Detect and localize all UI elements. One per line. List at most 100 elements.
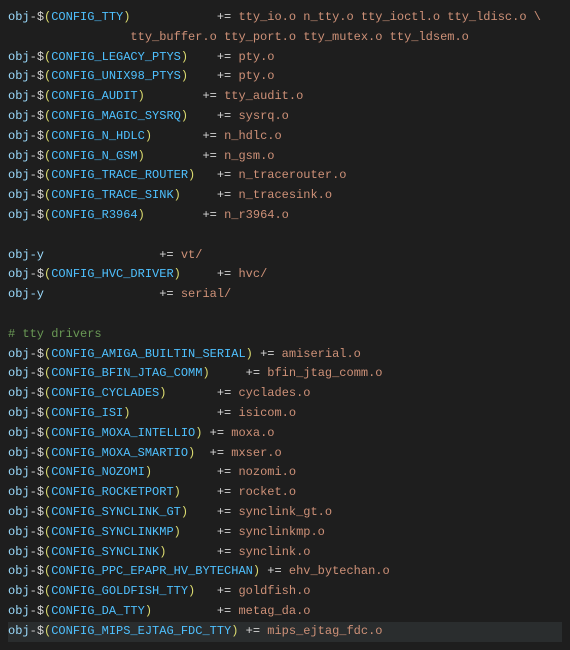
target-files: amiserial.o	[282, 347, 361, 361]
target-files: moxa.o	[231, 426, 274, 440]
operator: +=	[159, 248, 181, 262]
target-files: pty.o	[238, 69, 274, 83]
target-prefix: obj	[8, 485, 30, 499]
config-var: CONFIG_GOLDFISH_TTY	[51, 584, 188, 598]
target-prefix: obj	[8, 347, 30, 361]
config-var: CONFIG_MIPS_EJTAG_FDC_TTY	[51, 624, 231, 638]
target-files: tty_io.o n_tty.o tty_ioctl.o tty_ldisc.o…	[238, 10, 540, 24]
operator: +=	[260, 347, 282, 361]
continuation-files: tty_buffer.o tty_port.o tty_mutex.o tty_…	[130, 30, 468, 44]
target-prefix: obj	[8, 406, 30, 420]
code-line	[8, 226, 562, 246]
config-var: CONFIG_NOZOMI	[51, 465, 145, 479]
code-line: obj-$(CONFIG_ROCKETPORT) += rocket.o	[8, 483, 562, 503]
operator: +=	[217, 604, 239, 618]
target-prefix: obj	[8, 149, 30, 163]
operator: +=	[210, 426, 232, 440]
code-line: obj-y += serial/	[8, 285, 562, 305]
code-line: obj-$(CONFIG_R3964) += n_r3964.o	[8, 206, 562, 226]
target-files: cyclades.o	[238, 386, 310, 400]
code-line: obj-$(CONFIG_SYNCLINK_GT) += synclink_gt…	[8, 503, 562, 523]
config-var: CONFIG_DA_TTY	[51, 604, 145, 618]
code-line: obj-$(CONFIG_GOLDFISH_TTY) += goldfish.o	[8, 582, 562, 602]
operator: +=	[202, 208, 224, 222]
code-line: obj-$(CONFIG_N_HDLC) += n_hdlc.o	[8, 127, 562, 147]
config-var: CONFIG_SYNCLINK_GT	[51, 505, 181, 519]
target-files: hvc/	[238, 267, 267, 281]
operator: +=	[210, 446, 232, 460]
target-files: bfin_jtag_comm.o	[267, 366, 382, 380]
config-var: CONFIG_N_GSM	[51, 149, 137, 163]
config-var: CONFIG_AMIGA_BUILTIN_SERIAL	[51, 347, 245, 361]
config-var: CONFIG_SYNCLINKMP	[51, 525, 173, 539]
config-var: CONFIG_CYCLADES	[51, 386, 159, 400]
code-line: obj-$(CONFIG_SYNCLINK) += synclink.o	[8, 543, 562, 563]
code-line: obj-$(CONFIG_AUDIT) += tty_audit.o	[8, 87, 562, 107]
config-var: CONFIG_R3964	[51, 208, 137, 222]
target-prefix: obj	[8, 10, 30, 24]
code-line: obj-$(CONFIG_HVC_DRIVER) += hvc/	[8, 265, 562, 285]
code-line	[8, 305, 562, 325]
operator: +=	[202, 149, 224, 163]
operator: +=	[217, 10, 239, 24]
config-var: CONFIG_MOXA_INTELLIO	[51, 426, 195, 440]
operator: +=	[159, 287, 181, 301]
target-prefix: obj	[8, 50, 30, 64]
operator: +=	[246, 624, 268, 638]
operator: +=	[267, 564, 289, 578]
operator: +=	[217, 584, 239, 598]
code-line: obj-$(CONFIG_TRACE_ROUTER) += n_tracerou…	[8, 166, 562, 186]
code-line: # tty drivers	[8, 325, 562, 345]
config-var: CONFIG_MAGIC_SYSRQ	[51, 109, 181, 123]
operator: +=	[246, 366, 268, 380]
code-line: obj-$(CONFIG_MAGIC_SYSRQ) += sysrq.o	[8, 107, 562, 127]
target-prefix: obj	[8, 188, 30, 202]
code-line: obj-$(CONFIG_LEGACY_PTYS) += pty.o	[8, 48, 562, 68]
target-files: synclink.o	[238, 545, 310, 559]
target-files: n_gsm.o	[224, 149, 274, 163]
operator: +=	[217, 465, 239, 479]
code-line: obj-$(CONFIG_NOZOMI) += nozomi.o	[8, 463, 562, 483]
target-prefix: obj	[8, 386, 30, 400]
target-files: n_hdlc.o	[224, 129, 282, 143]
target-prefix: obj	[8, 267, 30, 281]
code-line: obj-$(CONFIG_MIPS_EJTAG_FDC_TTY) += mips…	[8, 622, 562, 642]
target-files: synclink_gt.o	[238, 505, 332, 519]
target-files: mips_ejtag_fdc.o	[267, 624, 382, 638]
target-files: goldfish.o	[238, 584, 310, 598]
code-line: obj-$(CONFIG_UNIX98_PTYS) += pty.o	[8, 67, 562, 87]
target-files: n_r3964.o	[224, 208, 289, 222]
operator: +=	[217, 109, 239, 123]
target-prefix: obj	[8, 505, 30, 519]
config-var: CONFIG_AUDIT	[51, 89, 137, 103]
config-var: CONFIG_TRACE_SINK	[51, 188, 173, 202]
code-line: obj-$(CONFIG_CYCLADES) += cyclades.o	[8, 384, 562, 404]
target-prefix: obj	[8, 89, 30, 103]
target-prefix: obj	[8, 168, 30, 182]
operator: +=	[217, 267, 239, 281]
operator: +=	[217, 406, 239, 420]
target-prefix: obj	[8, 584, 30, 598]
target-files: nozomi.o	[238, 465, 296, 479]
operator: +=	[217, 485, 239, 499]
config-var: CONFIG_ROCKETPORT	[51, 485, 173, 499]
operator: +=	[202, 129, 224, 143]
code-line: obj-$(CONFIG_DA_TTY) += metag_da.o	[8, 602, 562, 622]
target-files: isicom.o	[238, 406, 296, 420]
code-line: obj-$(CONFIG_AMIGA_BUILTIN_SERIAL) += am…	[8, 345, 562, 365]
config-var: CONFIG_PPC_EPAPR_HV_BYTECHAN	[51, 564, 253, 578]
operator: +=	[217, 188, 239, 202]
target-var: obj-y	[8, 287, 44, 301]
operator: +=	[217, 505, 239, 519]
code-line: obj-$(CONFIG_PPC_EPAPR_HV_BYTECHAN) += e…	[8, 562, 562, 582]
config-var: CONFIG_ISI	[51, 406, 123, 420]
target-files: pty.o	[238, 50, 274, 64]
code-line: obj-$(CONFIG_ISI) += isicom.o	[8, 404, 562, 424]
target-files: tty_audit.o	[224, 89, 303, 103]
operator: +=	[217, 50, 239, 64]
target-prefix: obj	[8, 525, 30, 539]
target-prefix: obj	[8, 426, 30, 440]
config-var: CONFIG_N_HDLC	[51, 129, 145, 143]
target-prefix: obj	[8, 69, 30, 83]
target-files: n_tracesink.o	[238, 188, 332, 202]
